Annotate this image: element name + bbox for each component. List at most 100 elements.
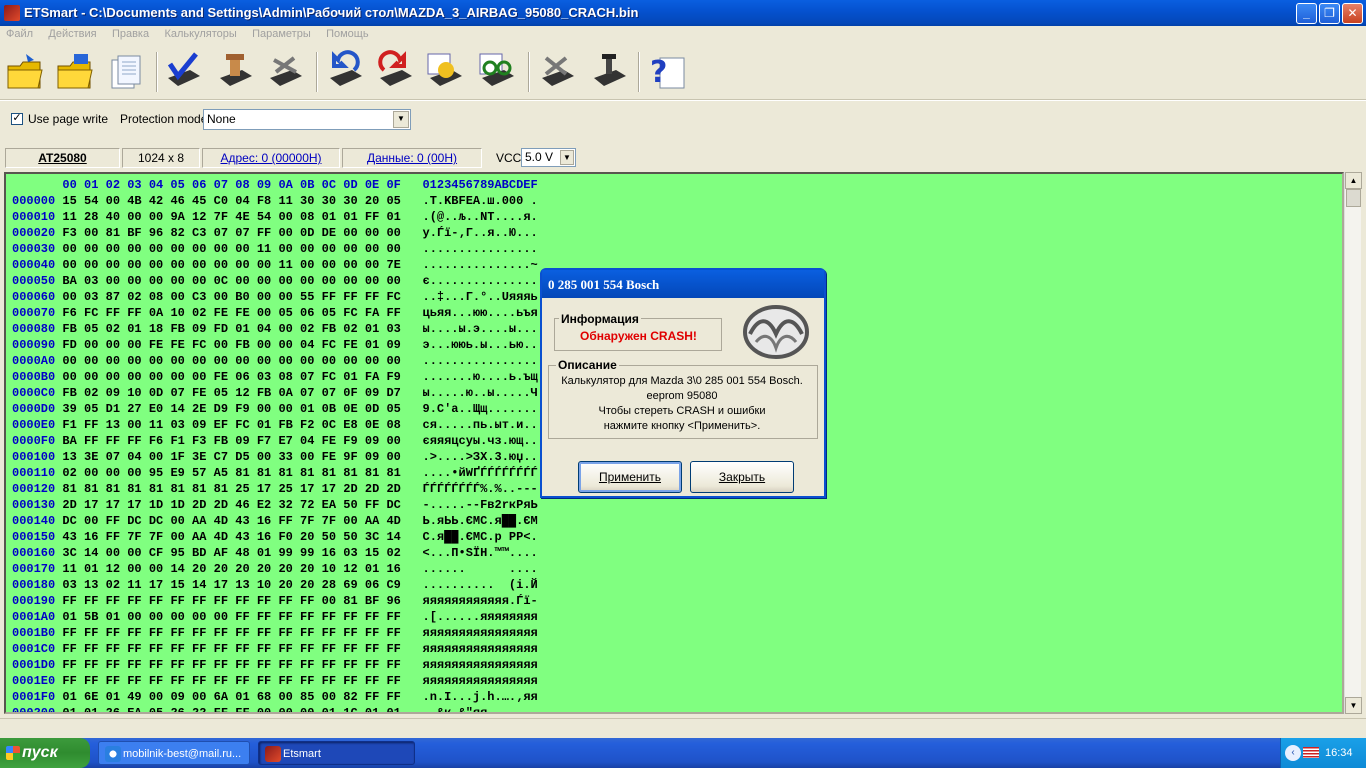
hex-ascii[interactable]: ....•йWҐЃЃЃЃЃЃЃЃ: [423, 466, 538, 480]
hex-ascii[interactable]: яяяяяяяяяяяяяяяя: [423, 642, 538, 656]
hex-ascii[interactable]: яяяяяяяяяяяя.Ѓї-: [423, 594, 538, 608]
hex-row[interactable]: 000030 00 00 00 00 00 00 00 00 00 11 00 …: [12, 242, 538, 258]
hex-bytes[interactable]: 2D 17 17 17 1D 1D 2D 2D 46 E2 32 72 EA 5…: [62, 498, 400, 512]
hex-ascii[interactable]: .......... (i.Й: [423, 578, 538, 592]
hex-row[interactable]: 000120 81 81 81 81 81 81 81 81 25 17 25 …: [12, 482, 538, 498]
hex-row[interactable]: 0001C0 FF FF FF FF FF FF FF FF FF FF FF …: [12, 642, 538, 658]
hex-ascii[interactable]: яяяяяяяяяяяяяяяя: [423, 658, 538, 672]
hex-row[interactable]: 000010 11 28 40 00 00 9A 12 7F 4E 54 00 …: [12, 210, 538, 226]
hex-ascii[interactable]: .T.KBFEA.ш.000 .: [423, 194, 538, 208]
hex-ascii[interactable]: є...............: [423, 274, 538, 288]
apply-button[interactable]: Применить: [578, 461, 682, 493]
vertical-scrollbar[interactable]: ▲ ▼: [1344, 172, 1362, 714]
hex-bytes[interactable]: FF FF FF FF FF FF FF FF FF FF FF FF FF F…: [62, 658, 400, 672]
hex-ascii[interactable]: цьяя...юю....ьъя: [423, 306, 538, 320]
hex-ascii[interactable]: єяяяцсуы.чз.ющ..: [423, 434, 538, 448]
copy-pages-icon[interactable]: [106, 50, 148, 94]
hex-ascii[interactable]: .......ю....ь.ъщ: [423, 370, 538, 384]
hex-row[interactable]: 000070 F6 FC FF FF 0A 10 02 FE FE 00 05 …: [12, 306, 538, 322]
hex-bytes[interactable]: 43 16 FF 7F 7F 00 AA 4D 43 16 F0 20 50 5…: [62, 530, 400, 544]
hex-bytes[interactable]: FD 00 00 00 FE FE FC 00 FB 00 00 04 FC F…: [62, 338, 400, 352]
hex-row[interactable]: 000200 01 01 26 EA 05 26 22 FF FF 00 00 …: [12, 706, 538, 712]
maximize-button[interactable]: ❐: [1319, 3, 1340, 24]
hex-bytes[interactable]: FF FF FF FF FF FF FF FF FF FF FF FF FF F…: [62, 642, 400, 656]
hex-row[interactable]: 000090 FD 00 00 00 FE FE FC 00 FB 00 00 …: [12, 338, 538, 354]
hex-row[interactable]: 000130 2D 17 17 17 1D 1D 2D 2D 46 E2 32 …: [12, 498, 538, 514]
hex-bytes[interactable]: 00 00 00 00 00 00 00 00 00 11 00 00 00 0…: [62, 242, 400, 256]
hex-bytes[interactable]: 00 00 00 00 00 00 00 00 00 00 11 00 00 0…: [62, 258, 400, 272]
hex-row[interactable]: 0000E0 F1 FF 13 00 11 03 09 EF FC 01 FB …: [12, 418, 538, 434]
hex-bytes[interactable]: FB 05 02 01 18 FB 09 FD 01 04 00 02 FB 0…: [62, 322, 400, 336]
scroll-down-icon[interactable]: ▼: [1345, 697, 1362, 714]
hex-row[interactable]: 0000D0 39 05 D1 27 E0 14 2E D9 F9 00 00 …: [12, 402, 538, 418]
hex-row[interactable]: 000150 43 16 FF 7F 7F 00 AA 4D 43 16 F0 …: [12, 530, 538, 546]
close-button[interactable]: ✕: [1342, 3, 1363, 24]
scroll-up-icon[interactable]: ▲: [1345, 172, 1362, 189]
hex-ascii[interactable]: ..‡...Г.°..Uяяяь: [423, 290, 538, 304]
hex-ascii[interactable]: .n.I...j.h.….‚яя: [423, 690, 538, 704]
hex-row[interactable]: 0000A0 00 00 00 00 00 00 00 00 00 00 00 …: [12, 354, 538, 370]
save-folder-icon[interactable]: [54, 50, 96, 94]
menu-parameters[interactable]: Параметры: [246, 26, 317, 40]
hex-bytes[interactable]: 11 28 40 00 00 9A 12 7F 4E 54 00 08 01 0…: [62, 210, 400, 224]
hex-ascii[interactable]: C.я██.ЄMC.р PP<.: [423, 530, 538, 544]
hex-row[interactable]: 000000 15 54 00 4B 42 46 45 C0 04 F8 11 …: [12, 194, 538, 210]
data-link[interactable]: Данные: 0 (00H): [342, 148, 482, 168]
hex-bytes[interactable]: 00 00 00 00 00 00 00 FE 06 03 08 07 FC 0…: [62, 370, 400, 384]
hex-bytes[interactable]: 3C 14 00 00 CF 95 BD AF 48 01 99 99 16 0…: [62, 546, 400, 560]
hex-row[interactable]: 000190 FF FF FF FF FF FF FF FF FF FF FF …: [12, 594, 538, 610]
hex-ascii[interactable]: <...П•ЅЇH.™™....: [423, 546, 538, 560]
hex-row[interactable]: 000050 BA 03 00 00 00 00 00 0C 00 00 00 …: [12, 274, 538, 290]
program-chip-icon[interactable]: [588, 50, 630, 94]
hex-bytes[interactable]: 01 01 26 EA 05 26 22 FF FF 00 00 00 01 1…: [62, 706, 400, 712]
chevron-down-icon[interactable]: ▼: [560, 150, 574, 165]
title-bar[interactable]: ETSmart - C:\Documents and Settings\Admi…: [0, 0, 1366, 26]
undo-icon[interactable]: [324, 50, 366, 94]
hex-ascii[interactable]: Ь.яЬЬ.ЄMC.я██.ЄM: [423, 514, 538, 528]
hex-bytes[interactable]: BA FF FF FF F6 F1 F3 FB 09 F7 E7 04 FE F…: [62, 434, 400, 448]
hex-ascii[interactable]: ы....ы.э....ы...: [423, 322, 538, 336]
hex-bytes[interactable]: 00 03 87 02 08 00 C3 00 B0 00 00 55 FF F…: [62, 290, 400, 304]
hex-bytes[interactable]: DC 00 FF DC DC 00 AA 4D 43 16 FF 7F 7F 0…: [62, 514, 400, 528]
hex-bytes[interactable]: F1 FF 13 00 11 03 09 EF FC 01 FB F2 0C E…: [62, 418, 400, 432]
help-icon[interactable]: ?: [646, 50, 688, 94]
hex-row[interactable]: 000110 02 00 00 00 95 E9 57 A5 81 81 81 …: [12, 466, 538, 482]
hex-ascii[interactable]: ЃЃЃЃЃЃЃЃ%.%..---: [423, 482, 538, 496]
close-dialog-button[interactable]: Закрыть: [690, 461, 794, 493]
hex-row[interactable]: 000040 00 00 00 00 00 00 00 00 00 00 11 …: [12, 258, 538, 274]
use-page-write-checkbox[interactable]: ✓: [11, 113, 23, 125]
tray-expand-icon[interactable]: ‹: [1285, 745, 1301, 761]
menu-actions[interactable]: Действия: [42, 26, 102, 40]
hex-ascii[interactable]: ся.....пь.ыт.и..: [423, 418, 538, 432]
erase-chip-icon[interactable]: [264, 50, 306, 94]
address-link[interactable]: Адрес: 0 (00000H): [202, 148, 340, 168]
hex-ascii[interactable]: ...............~: [423, 258, 538, 272]
task-etsmart[interactable]: Etsmart: [258, 741, 415, 765]
hex-ascii[interactable]: 9.С'а..Щщ.......: [423, 402, 538, 416]
minimize-button[interactable]: _: [1296, 3, 1317, 24]
hex-ascii[interactable]: ..&к.&"яя.......: [423, 706, 538, 712]
hex-bytes[interactable]: FF FF FF FF FF FF FF FF FF FF FF FF FF F…: [62, 626, 400, 640]
start-button[interactable]: пуск: [0, 738, 90, 768]
hex-row[interactable]: 000080 FB 05 02 01 18 FB 09 FD 01 04 00 …: [12, 322, 538, 338]
scroll-thumb[interactable]: [1346, 189, 1361, 207]
hex-row[interactable]: 000140 DC 00 FF DC DC 00 AA 4D 43 16 FF …: [12, 514, 538, 530]
hex-ascii[interactable]: у.Ѓї-‚Г..я..Ю...: [423, 226, 538, 240]
dialog-title[interactable]: 0 285 001 554 Bosch: [542, 270, 824, 298]
hex-bytes[interactable]: FF FF FF FF FF FF FF FF FF FF FF FF FF F…: [62, 674, 400, 688]
hex-row[interactable]: 0001F0 01 6E 01 49 00 09 00 6A 01 68 00 …: [12, 690, 538, 706]
hex-ascii[interactable]: .(@..љ..NT....я.: [423, 210, 538, 224]
chip-name[interactable]: AT25080: [5, 148, 120, 168]
calculator-chip-icon[interactable]: [424, 50, 466, 94]
hex-ascii[interactable]: э...ююь.ы...ью..: [423, 338, 538, 352]
hex-ascii[interactable]: .[......яяяяяяяя: [423, 610, 538, 624]
menu-edit[interactable]: Правка: [106, 26, 155, 40]
hex-bytes[interactable]: 39 05 D1 27 E0 14 2E D9 F9 00 00 01 0B 0…: [62, 402, 400, 416]
hex-ascii[interactable]: яяяяяяяяяяяяяяяя: [423, 626, 538, 640]
menu-calculators[interactable]: Калькуляторы: [158, 26, 242, 40]
hex-bytes[interactable]: F3 00 81 BF 96 82 C3 07 07 FF 00 0D DE 0…: [62, 226, 400, 240]
hex-ascii[interactable]: ы.....ю..ы.....Ч: [423, 386, 538, 400]
protection-mode-select[interactable]: None ▼: [203, 109, 411, 130]
hex-row[interactable]: 000060 00 03 87 02 08 00 C3 00 B0 00 00 …: [12, 290, 538, 306]
hex-ascii[interactable]: ................: [423, 354, 538, 368]
